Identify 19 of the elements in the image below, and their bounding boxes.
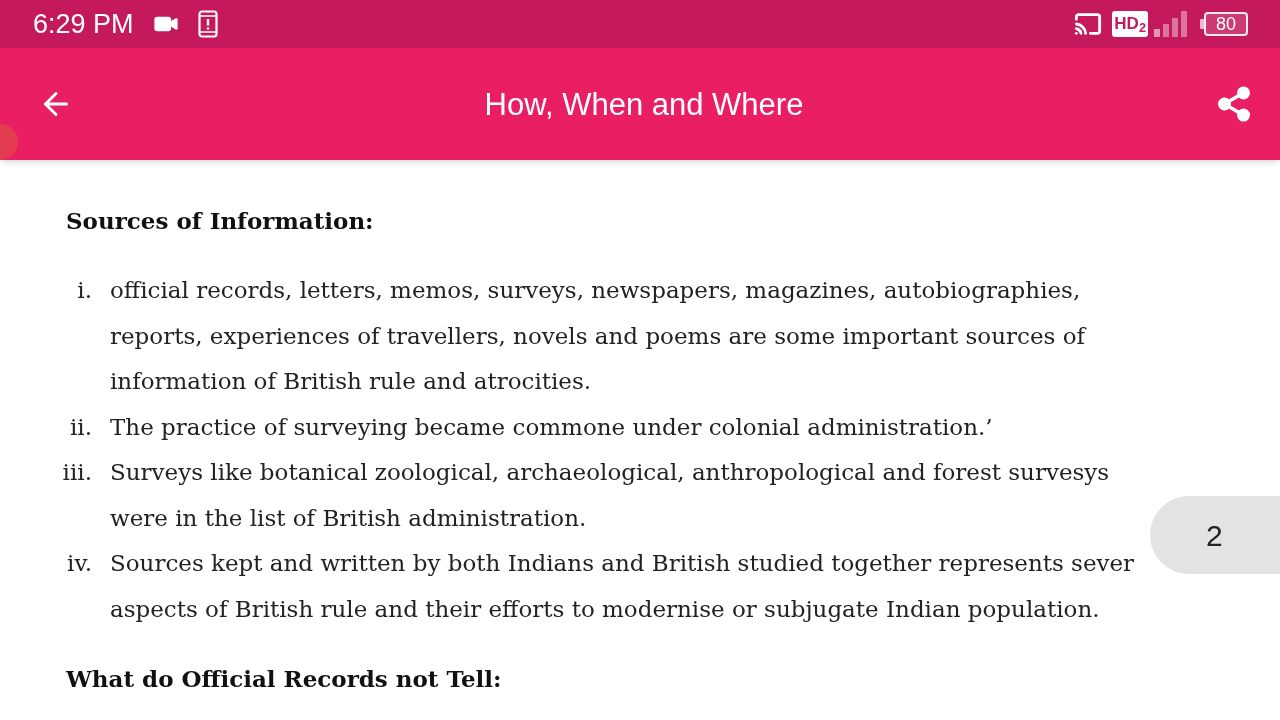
signal-bars-icon — [1154, 11, 1188, 37]
list-item-text: Surveys like botanical zoological, archaeological, anthropological and forest survesys were in the list of British administration. — [110, 458, 1110, 533]
list-item-text: The practice of surveying became commone under colonial administration.’ — [110, 412, 993, 442]
page-number-indicator: 2 — [1150, 496, 1280, 574]
section-heading: Sources of Information: — [66, 206, 374, 236]
hd-indicator: HD$_{2}$ — [1112, 11, 1148, 37]
battery-indicator: 80 — [1204, 12, 1248, 36]
list-marker: ii. — [68, 412, 92, 442]
section-heading: What do Official Records not Tell: — [66, 664, 502, 694]
phone-alert-icon — [197, 10, 218, 38]
cast-icon — [1074, 10, 1103, 38]
status-time: 6:29 PM — [33, 10, 134, 38]
list-marker: i. — [76, 276, 92, 305]
share-icon — [1215, 85, 1253, 123]
list-marker: iv. — [66, 549, 92, 578]
list-item-text: official records, letters, memos, surveys, newspapers, magazines, autobiographies, reports, experiences of travellers, novels and poems are some important sources of information of British rule and atrocities. — [110, 276, 1085, 396]
page-title: How, When and Where — [484, 88, 804, 120]
list-marker: iii. — [61, 458, 92, 487]
list-item-text: Sources kept and written by both Indians and British studied together represents sever aspects of British rule and their efforts to modernise or subjugate Indian population. — [110, 549, 1135, 624]
